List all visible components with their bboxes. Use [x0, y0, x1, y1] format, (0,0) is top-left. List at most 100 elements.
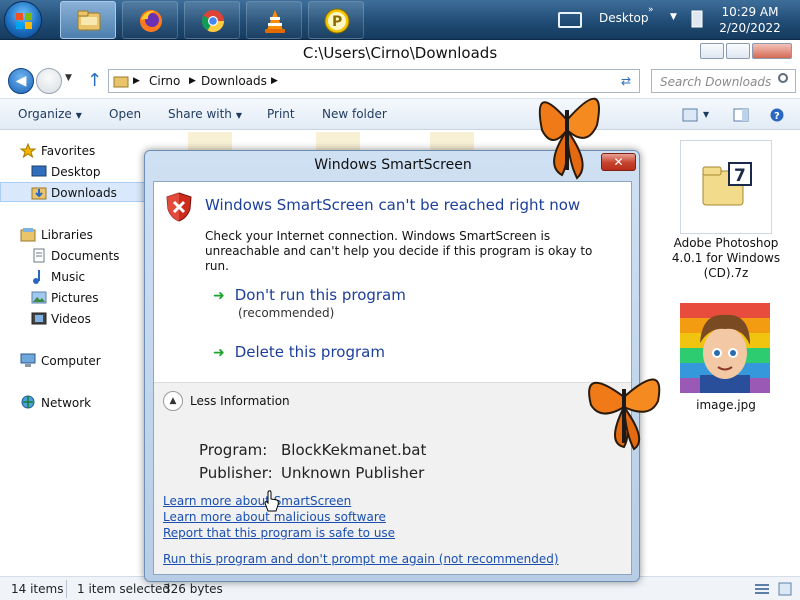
nav-desktop[interactable]: Desktop	[0, 162, 158, 182]
music-icon	[33, 270, 40, 284]
delete-program-option[interactable]: ➜ Delete this program	[213, 343, 385, 361]
dont-run-option[interactable]: ➜ Don't run this program	[213, 286, 406, 304]
computer-icon	[20, 353, 36, 367]
svg-text:?: ?	[774, 111, 780, 122]
organize-label: Organize	[18, 107, 72, 121]
forward-button[interactable]	[36, 68, 62, 94]
program-value: BlockKekmanet.bat	[281, 441, 427, 459]
taskbar-chrome-button[interactable]	[184, 1, 240, 39]
avatar-image	[680, 303, 770, 393]
selection-count: 1 item selected	[77, 582, 171, 596]
report-safe-link[interactable]: Report that this program is safe to use	[163, 526, 395, 540]
print-button[interactable]: Print	[267, 107, 295, 121]
breadcrumb-separator-icon[interactable]: ▶	[133, 76, 140, 86]
breadcrumb-separator-icon[interactable]: ▶	[189, 76, 196, 86]
green-arrow-icon: ➜	[213, 345, 225, 361]
navigation-pane: Favorites Desktop Downloads Libraries Do…	[0, 131, 160, 576]
svg-text:7: 7	[734, 166, 746, 186]
system-clock[interactable]: 10:29 AM 2/20/2022	[718, 4, 782, 36]
network-icon	[21, 395, 35, 409]
large-icons-view-icon[interactable]	[778, 582, 792, 596]
recent-pages-dropdown-icon[interactable]: ▼	[65, 73, 72, 83]
keyboard-icon[interactable]	[558, 12, 582, 28]
help-icon[interactable]: ?	[769, 108, 785, 122]
minimize-button[interactable]	[700, 43, 724, 59]
nav-libraries[interactable]: Libraries	[0, 225, 158, 245]
taskbar-vlc-button[interactable]	[246, 1, 302, 39]
search-placeholder: Search Downloads	[660, 75, 772, 89]
chrome-icon	[202, 10, 224, 32]
back-button[interactable]: ◀	[8, 68, 34, 94]
breadcrumb-separator-icon[interactable]: ▶	[271, 76, 278, 86]
delete-program-label: Delete this program	[234, 343, 385, 361]
nav-videos-label: Videos	[51, 312, 91, 326]
green-arrow-icon: ➜	[213, 288, 225, 304]
close-window-button[interactable]	[752, 43, 792, 59]
dont-run-label: Don't run this program	[234, 286, 406, 304]
up-arrow-icon[interactable]: ↑	[87, 70, 102, 91]
media-player-icon: P	[324, 8, 350, 34]
folder-icon[interactable]	[188, 132, 232, 152]
flag-icon[interactable]	[690, 9, 704, 29]
run-anyway-link[interactable]: Run this program and don't prompt me aga…	[163, 552, 559, 566]
windows-logo-icon	[16, 13, 32, 29]
butterfly-icon	[588, 378, 661, 451]
dont-run-recommended-note: (recommended)	[238, 306, 335, 320]
tray-expand-icon[interactable]: ▼	[670, 12, 677, 22]
desktop-toolbar-label[interactable]: Desktop	[599, 11, 649, 25]
nav-documents[interactable]: Documents	[0, 246, 158, 266]
dialog-heading: Windows SmartScreen can't be reached rig…	[205, 196, 581, 214]
refresh-icon[interactable]: ⇄	[621, 74, 631, 88]
breadcrumb-downloads[interactable]: Downloads	[201, 74, 267, 88]
folder-icon	[77, 10, 101, 31]
change-view-icon[interactable]	[682, 108, 698, 122]
file-tile-7z[interactable]: 7	[680, 140, 772, 234]
open-button[interactable]: Open	[109, 107, 141, 121]
details-view-icon[interactable]	[755, 583, 769, 595]
breadcrumb-cirno[interactable]: Cirno	[149, 74, 180, 88]
nav-music[interactable]: Music	[0, 267, 158, 287]
maximize-button[interactable]	[726, 43, 750, 59]
smartscreen-dialog: Windows SmartScreen ✕ Windows SmartScree…	[144, 150, 640, 582]
item-count: 14 items	[11, 582, 64, 596]
less-information-toggle[interactable]: ▲ Less Information	[154, 382, 631, 418]
dialog-body: Windows SmartScreen can't be reached rig…	[153, 181, 632, 575]
warning-shield-icon	[166, 192, 192, 222]
nav-computer-label: Computer	[41, 354, 101, 368]
nav-network[interactable]: Network	[0, 393, 158, 413]
file-name-7z[interactable]: Adobe Photoshop 4.0.1 for Windows (CD).7…	[668, 236, 784, 281]
nav-favorites[interactable]: Favorites	[0, 141, 158, 161]
nav-downloads[interactable]: Downloads	[0, 182, 158, 202]
start-button[interactable]	[4, 1, 42, 39]
file-name-image[interactable]: image.jpg	[680, 398, 772, 412]
program-details: Program: BlockKekmanet.bat Publisher: Un…	[154, 418, 631, 574]
search-icon[interactable]	[778, 73, 788, 83]
taskbar-player-button[interactable]: P	[308, 1, 364, 39]
taskbar-explorer-button[interactable]	[60, 1, 116, 39]
nav-computer[interactable]: Computer	[0, 351, 158, 371]
program-label: Program:	[199, 441, 268, 459]
learn-more-smartscreen-link[interactable]: Learn more about SmartScreen	[163, 494, 351, 508]
tray-overflow-chevron-icon[interactable]: »	[648, 5, 654, 15]
folder-icon[interactable]	[316, 132, 360, 152]
share-with-label: Share with	[168, 107, 232, 121]
nav-videos[interactable]: Videos	[0, 309, 158, 329]
folder-icon[interactable]	[430, 132, 474, 152]
new-folder-button[interactable]: New folder	[322, 107, 387, 121]
view-options-chevron-icon[interactable]: ▼	[703, 110, 709, 119]
learn-more-malicious-link[interactable]: Learn more about malicious software	[163, 510, 386, 524]
7zip-archive-icon: 7	[702, 162, 752, 206]
taskbar-firefox-button[interactable]	[122, 1, 178, 39]
nav-libraries-label: Libraries	[41, 228, 93, 242]
search-input[interactable]: Search Downloads	[651, 69, 796, 93]
less-information-label: Less Information	[190, 394, 290, 408]
organize-menu[interactable]: Organize ▼	[18, 107, 82, 121]
image-thumbnail[interactable]	[680, 303, 770, 393]
clock-date: 2/20/2022	[719, 21, 781, 35]
dialog-description: Check your Internet connection. Windows …	[205, 229, 593, 273]
desktop-icon	[31, 165, 47, 177]
share-with-menu[interactable]: Share with ▼	[168, 107, 242, 121]
nav-pictures[interactable]: Pictures	[0, 288, 158, 308]
svg-text:P: P	[332, 14, 342, 30]
preview-pane-icon[interactable]	[733, 108, 749, 122]
